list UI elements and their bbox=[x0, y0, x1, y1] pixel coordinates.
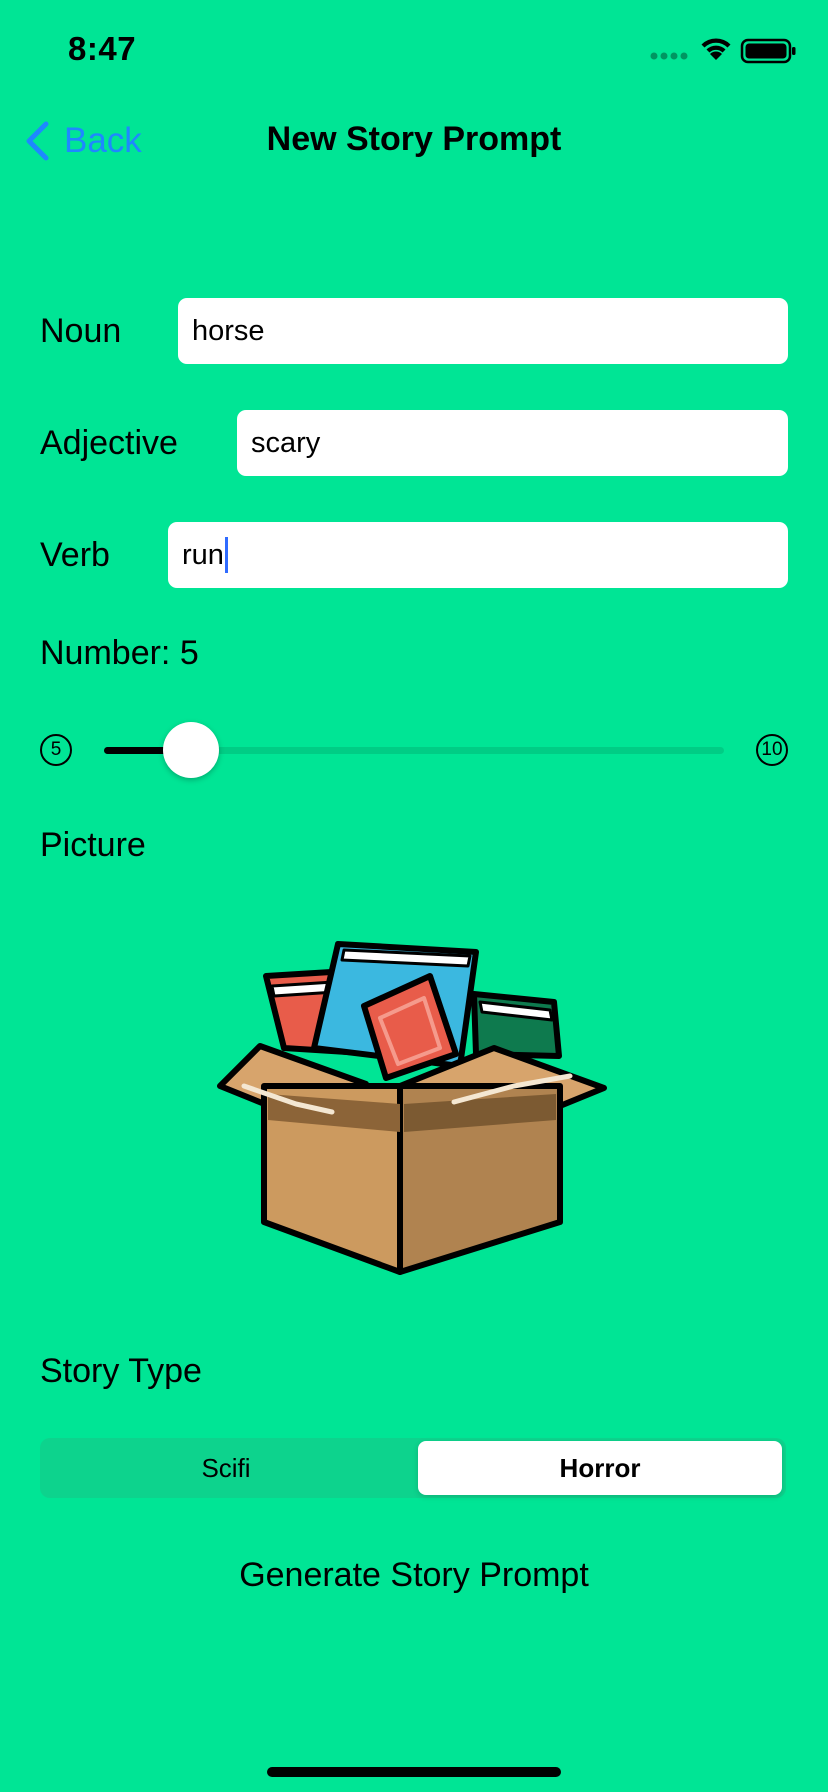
verb-value: run bbox=[182, 538, 224, 571]
segment-scifi[interactable]: Scifi bbox=[44, 1441, 408, 1495]
signal-dots-icon bbox=[650, 52, 688, 60]
slider-thumb[interactable] bbox=[162, 722, 219, 778]
picture-label: Picture bbox=[40, 826, 146, 864]
status-time: 8:47 bbox=[68, 30, 137, 67]
adjective-value: scary bbox=[251, 426, 321, 459]
segment-horror-label: Horror bbox=[559, 1452, 641, 1483]
box-of-books-icon bbox=[217, 941, 607, 1275]
slider-max-label: 10 bbox=[761, 739, 783, 760]
noun-value: horse bbox=[192, 314, 265, 347]
slider-min-label: 5 bbox=[50, 739, 62, 760]
home-indicator bbox=[267, 1767, 561, 1777]
noun-input[interactable]: horse bbox=[178, 298, 788, 364]
slider-min-icon: 5 bbox=[40, 734, 72, 766]
wifi-icon bbox=[701, 38, 731, 60]
segment-horror[interactable]: Horror bbox=[418, 1441, 782, 1495]
generate-story-prompt-button[interactable]: Generate Story Prompt bbox=[0, 1556, 828, 1595]
page-title: New Story Prompt bbox=[266, 120, 562, 158]
story-type-label: Story Type bbox=[40, 1352, 202, 1390]
status-icons bbox=[650, 34, 800, 66]
adjective-label: Adjective bbox=[40, 424, 178, 462]
story-picture bbox=[214, 936, 614, 1280]
adjective-input[interactable]: scary bbox=[237, 410, 788, 476]
text-cursor bbox=[224, 537, 228, 573]
verb-input[interactable]: run bbox=[168, 522, 788, 588]
battery-icon bbox=[740, 38, 796, 64]
verb-label: Verb bbox=[40, 536, 110, 574]
number-label: Number: 5 bbox=[40, 634, 199, 672]
slider-max-icon: 10 bbox=[756, 734, 788, 766]
noun-label: Noun bbox=[40, 312, 122, 350]
segment-scifi-label: Scifi bbox=[201, 1452, 251, 1483]
